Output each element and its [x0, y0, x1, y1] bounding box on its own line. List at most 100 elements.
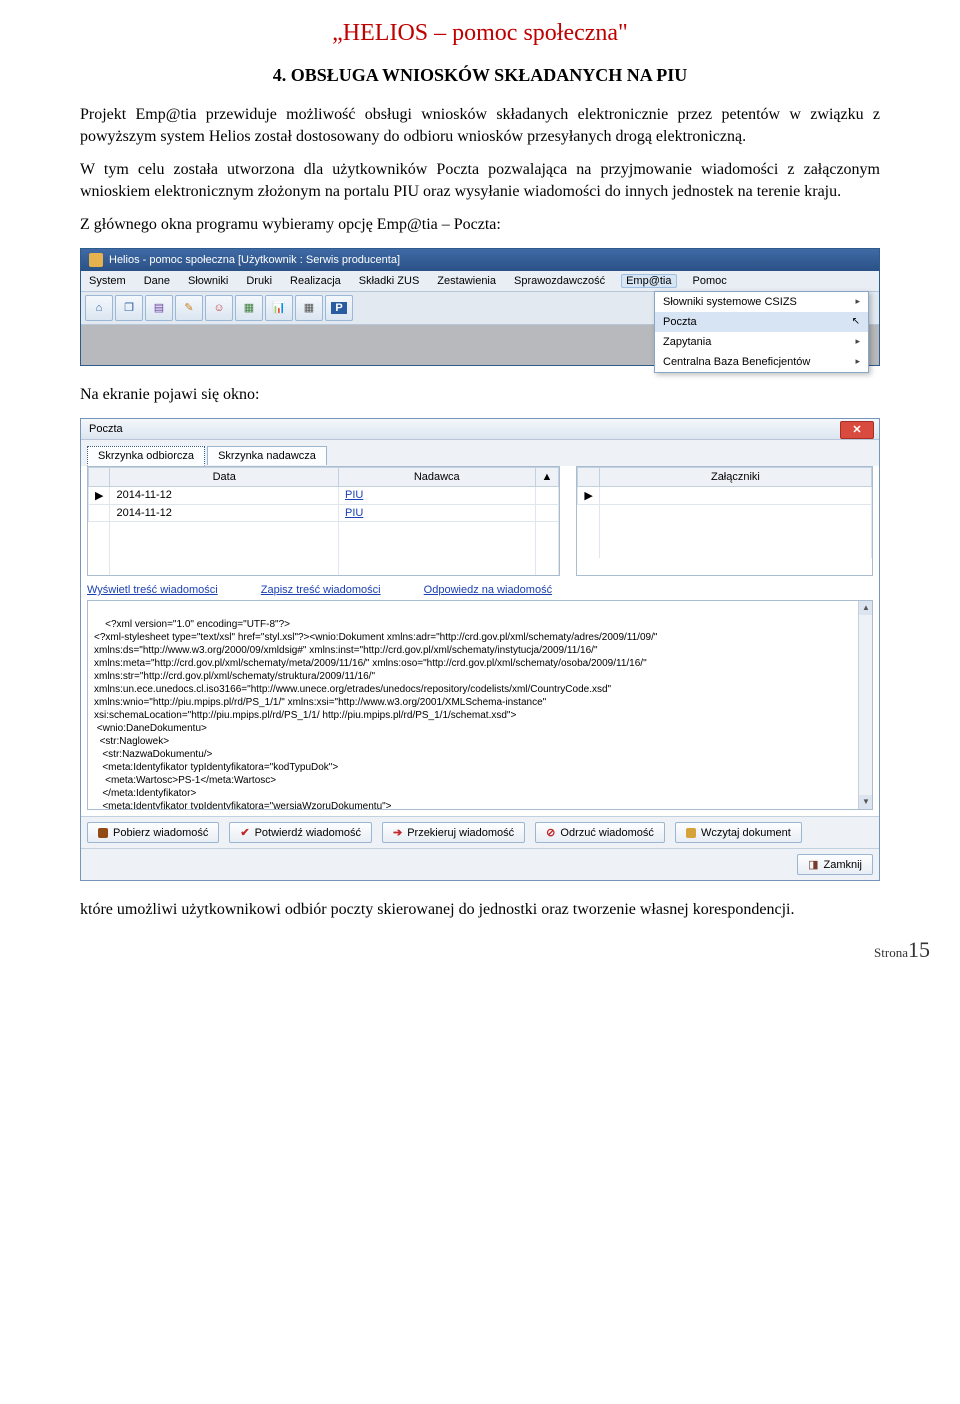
- poczta-titlebar: Poczta ✕: [81, 419, 879, 440]
- btn-download[interactable]: Pobierz wiadomość: [87, 822, 219, 843]
- paragraph-5: które umożliwi użytkownikowi odbiór pocz…: [80, 899, 880, 921]
- row-marker: ▶: [89, 486, 110, 504]
- scrollbar[interactable]: ▲ ▼: [858, 601, 872, 809]
- dropdown-poczta[interactable]: Poczta ↖: [655, 312, 868, 332]
- menu-zestawienia[interactable]: Zestawienia: [435, 274, 498, 288]
- toolbar-btn-8[interactable]: ▦: [295, 295, 323, 321]
- attachments-grid: Załączniki ▶: [576, 466, 873, 577]
- xml-text: <?xml version="1.0" encoding="UTF-8"?> <…: [94, 619, 657, 810]
- cell-date: 2014-11-12: [110, 504, 339, 521]
- btn-confirm[interactable]: ✔Potwierdź wiadomość: [229, 822, 372, 843]
- col-data[interactable]: Data: [110, 467, 339, 486]
- button-bar: Pobierz wiadomość ✔Potwierdź wiadomość ➔…: [81, 816, 879, 848]
- toolbar-btn-2[interactable]: ❐: [115, 295, 143, 321]
- action-view[interactable]: Wyświetl treść wiadomości: [87, 584, 218, 596]
- btn-label: Pobierz wiadomość: [113, 827, 208, 839]
- menu-druki[interactable]: Druki: [244, 274, 274, 288]
- dropdown-label: Poczta: [663, 316, 697, 328]
- empatia-dropdown: Słowniki systemowe CSIZS Poczta ↖ Zapytan…: [654, 291, 869, 373]
- scroll-cell: [535, 486, 559, 504]
- titlebar: Helios - pomoc społeczna [Użytkownik : S…: [81, 249, 879, 271]
- form-icon: ▦: [244, 301, 254, 314]
- poczta-title: Poczta: [89, 423, 123, 435]
- dropdown-zapytania[interactable]: Zapytania: [655, 332, 868, 352]
- menu-system[interactable]: System: [87, 274, 128, 288]
- menu-realizacja[interactable]: Realizacja: [288, 274, 343, 288]
- calc-icon: ▦: [304, 301, 314, 314]
- toolbar-btn-house[interactable]: ⌂: [85, 295, 113, 321]
- btn-load-doc[interactable]: Wczytaj dokument: [675, 822, 802, 843]
- btn-label: Zamknij: [823, 859, 862, 871]
- tab-outbox[interactable]: Skrzynka nadawcza: [207, 446, 327, 465]
- doc-icon: ❐: [124, 301, 134, 314]
- close-bar: ◨ Zamknij: [81, 848, 879, 880]
- helios-app-window: Helios - pomoc społeczna [Użytkownik : S…: [80, 248, 880, 366]
- paragraph-3: Z głównego okna programu wybieramy opcję…: [80, 214, 880, 236]
- btn-close[interactable]: ◨ Zamknij: [797, 854, 873, 875]
- book-icon: ▤: [154, 301, 164, 314]
- cell-sender[interactable]: PIU: [338, 486, 535, 504]
- check-icon: ✔: [240, 826, 249, 839]
- menu-dane[interactable]: Dane: [142, 274, 172, 288]
- dropdown-cbb[interactable]: Centralna Baza Beneficjentów: [655, 352, 868, 372]
- page-number: 15: [908, 937, 930, 962]
- tab-inbox[interactable]: Skrzynka odbiorcza: [87, 446, 205, 466]
- messages-grid: Data Nadawca ▲ ▶ 2014-11-12 PIU 2014-11-…: [87, 466, 560, 577]
- btn-forward[interactable]: ➔Przekieruj wiadomość: [382, 822, 525, 843]
- col-zalaczniki[interactable]: Załączniki: [599, 467, 871, 486]
- menu-pomoc[interactable]: Pomoc: [691, 274, 729, 288]
- action-save[interactable]: Zapisz treść wiadomości: [261, 584, 381, 596]
- row-marker-col: [89, 467, 110, 486]
- dropdown-label: Słowniki systemowe CSIZS: [663, 296, 797, 308]
- note-icon: ✎: [184, 301, 193, 314]
- page-footer: Strona15: [874, 937, 930, 963]
- btn-label: Wczytaj dokument: [701, 827, 791, 839]
- toolbar-btn-p[interactable]: P: [325, 295, 353, 321]
- dropdown-label: Zapytania: [663, 336, 711, 348]
- menu-empatia[interactable]: Emp@tia: [621, 274, 676, 288]
- user-icon: ☺: [213, 302, 224, 314]
- btn-reject[interactable]: ⊘ Odrzuć wiadomość: [535, 822, 665, 843]
- cell-date: 2014-11-12: [110, 486, 339, 504]
- app-body: Słowniki systemowe CSIZS Poczta↖ Zapytan…: [81, 325, 879, 365]
- tabs: Skrzynka odbiorcza Skrzynka nadawcza: [81, 440, 879, 466]
- table-row: ▶: [578, 486, 872, 504]
- table-row[interactable]: 2014-11-12 PIU: [89, 504, 559, 521]
- doc-icon: [686, 828, 696, 838]
- scroll-up-icon[interactable]: ▲: [859, 601, 873, 615]
- section-title: 4. OBSŁUGA WNIOSKÓW SKŁADANYCH NA PIU: [80, 65, 880, 86]
- action-reply[interactable]: Odpowiedz na wiadomość: [424, 584, 552, 596]
- toolbar-btn-5[interactable]: ☺: [205, 295, 233, 321]
- dropdown-label: Centralna Baza Beneficjentów: [663, 356, 810, 368]
- col-nadawca[interactable]: Nadawca: [338, 467, 535, 486]
- close-icon: ✕: [852, 423, 861, 436]
- xml-preview: <?xml version="1.0" encoding="UTF-8"?> <…: [87, 600, 873, 810]
- window-title: Helios - pomoc społeczna [Użytkownik : S…: [109, 254, 400, 266]
- p-icon: P: [331, 302, 346, 314]
- dropdown-slowniki[interactable]: Słowniki systemowe CSIZS: [655, 292, 868, 312]
- toolbar-btn-4[interactable]: ✎: [175, 295, 203, 321]
- reject-icon: ⊘: [546, 826, 555, 839]
- stats-icon: 📊: [272, 301, 286, 314]
- table-row[interactable]: ▶ 2014-11-12 PIU: [89, 486, 559, 504]
- menu-slowniki[interactable]: Słowniki: [186, 274, 230, 288]
- scroll-down-icon[interactable]: ▼: [859, 795, 873, 809]
- cell-sender[interactable]: PIU: [338, 504, 535, 521]
- cursor-icon: ↖: [852, 316, 860, 327]
- message-actions: Wyświetl treść wiadomości Zapisz treść w…: [87, 584, 873, 596]
- row-marker-col: [578, 467, 599, 486]
- door-icon: ◨: [808, 858, 818, 871]
- menu-skladki[interactable]: Składki ZUS: [357, 274, 422, 288]
- paragraph-4: Na ekranie pojawi się okno:: [80, 384, 880, 406]
- menu-sprawozdawczosc[interactable]: Sprawozdawczość: [512, 274, 607, 288]
- download-icon: [98, 828, 108, 838]
- paragraph-2: W tym celu została utworzona dla użytkow…: [80, 159, 880, 202]
- scroll-col: ▲: [535, 467, 559, 486]
- toolbar-btn-6[interactable]: ▦: [235, 295, 263, 321]
- btn-label: Odrzuć wiadomość: [560, 827, 654, 839]
- poczta-window: Poczta ✕ Skrzynka odbiorcza Skrzynka nad…: [80, 418, 880, 882]
- page-label: Strona: [874, 945, 908, 960]
- toolbar-btn-3[interactable]: ▤: [145, 295, 173, 321]
- close-button[interactable]: ✕: [840, 421, 874, 439]
- toolbar-btn-7[interactable]: 📊: [265, 295, 293, 321]
